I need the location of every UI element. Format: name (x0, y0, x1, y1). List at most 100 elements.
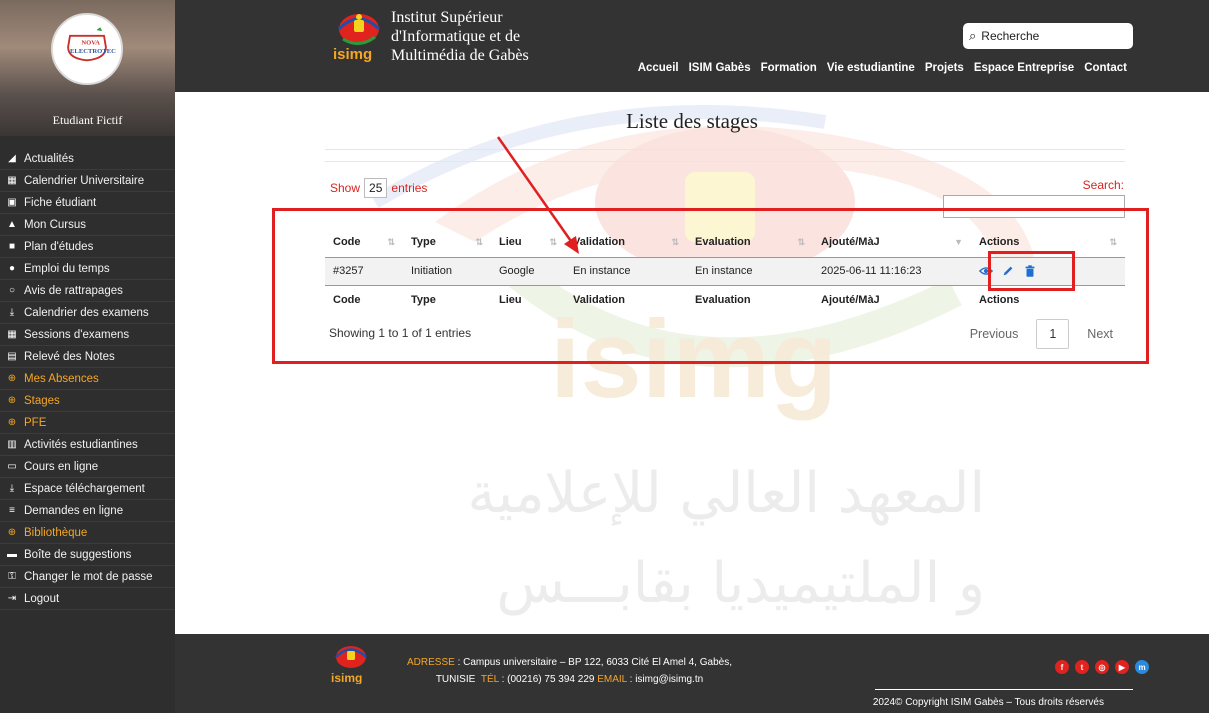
annotation-box-actions (988, 251, 1075, 291)
sidebar-item-boite-de-suggestions[interactable]: ▬ Boîte de suggestions (0, 544, 175, 566)
email-label: EMAIL (597, 674, 627, 685)
top-header: isimg Institut Supérieur d'Informatique … (175, 0, 1209, 92)
sidebar-item-logout[interactable]: ⇥ Logout (0, 588, 175, 610)
sidebar-item-label: Demandes en ligne (24, 504, 124, 517)
sidebar-item-espace-telechargement[interactable]: ⤓ Espace téléchargement (0, 478, 175, 500)
twitter-icon[interactable]: t (1075, 660, 1089, 674)
entries-select[interactable]: 25 (364, 178, 388, 198)
main-nav: Accueil ISIM Gabès Formation Vie estudianti… (638, 62, 1127, 74)
sidebar-item-calendrier-universitaire[interactable]: ▦ Calendrier Universitaire (0, 170, 175, 192)
address-text: : Campus universitaire – BP 122, 6033 Ci… (457, 657, 732, 668)
sidebar-item-label: Mes Absences (24, 372, 99, 385)
header-search-input[interactable]: ⌕ Recherche (963, 23, 1133, 49)
sidebar-item-calendrier-des-examens[interactable]: ⤓ Calendrier des examens (0, 302, 175, 324)
plus-circle-icon: ⊕ (7, 373, 17, 384)
company-logo: NOVA ELECTROTEC (51, 13, 123, 85)
search-icon: ⌕ (969, 28, 977, 43)
nav-link-2[interactable]: Formation (761, 62, 817, 74)
inbox-icon: ▬ (7, 549, 17, 560)
institution-name: Institut Supérieur d'Informatique et de … (391, 8, 529, 65)
nav-link-4[interactable]: Projets (925, 62, 964, 74)
sidebar-profile: NOVA ELECTROTEC Etudiant Fictif (0, 0, 175, 136)
sidebar-item-avis-de-rattrapages[interactable]: ○ Avis de rattrapages (0, 280, 175, 302)
sidebar-item-bibliotheque[interactable]: ⊕ Bibliothèque (0, 522, 175, 544)
nav-link-5[interactable]: Espace Entreprise (974, 62, 1074, 74)
sidebar-item-label: Espace téléchargement (24, 482, 145, 495)
nav-link-0[interactable]: Accueil (638, 62, 679, 74)
sidebar-item-actualites[interactable]: ◢ Actualités (0, 148, 175, 170)
sidebar-item-label: Stages (24, 394, 60, 407)
calendar-check-icon: ▥ (7, 439, 17, 450)
sidebar-item-label: Changer le mot de passe (24, 570, 153, 583)
id-card-icon: ▣ (7, 197, 17, 208)
isimg-logo: isimg (333, 13, 381, 63)
watermark-arabic-line2: و الملتيميديا بقابـــس (497, 551, 985, 616)
graduation-cap-icon: ▲ (7, 219, 17, 230)
sidebar-item-pfe[interactable]: ⊕ PFE (0, 412, 175, 434)
logo-text-nova: NOVA (81, 39, 100, 46)
sidebar-item-label: Emploi du temps (24, 262, 110, 275)
entries-label: entries (391, 181, 428, 195)
main-content: isimg المعهد العالي للإعلامية و الملتيمي… (175, 92, 1209, 634)
sidebar-item-activites-estudiantines[interactable]: ▥ Activités estudiantines (0, 434, 175, 456)
nav-link-6[interactable]: Contact (1084, 62, 1127, 74)
messenger-icon[interactable]: m (1135, 660, 1149, 674)
social-links: f t ◎ ▶ m (1055, 660, 1149, 674)
sidebar-item-changer-le-mot-de-passe[interactable]: ⚿ Changer le mot de passe (0, 566, 175, 588)
tel-text: : (00216) 75 394 229 (501, 674, 595, 685)
sidebar-item-label: Sessions d'examens (24, 328, 130, 341)
sidebar-item-stages[interactable]: ⊕ Stages (0, 390, 175, 412)
student-name: Etudiant Fictif (52, 113, 123, 127)
brand[interactable]: isimg Institut Supérieur d'Informatique … (331, 8, 529, 65)
institution-line2: d'Informatique et de (391, 28, 521, 45)
sidebar-item-demandes-en-ligne[interactable]: ≡ Demandes en ligne (0, 500, 175, 522)
sidebar-item-label: PFE (24, 416, 47, 429)
footer-logo-text: isimg (331, 671, 362, 684)
plus-circle-icon: ⊕ (7, 527, 17, 538)
sidebar-item-emploi-du-temps[interactable]: ● Emploi du temps (0, 258, 175, 280)
sign-out-icon: ⇥ (7, 593, 17, 604)
email-text: : isimg@isimg.tn (629, 674, 704, 685)
sidebar-item-releve-des-notes[interactable]: ▤ Relevé des Notes (0, 346, 175, 368)
sidebar-item-label: Avis de rattrapages (24, 284, 123, 297)
facebook-icon[interactable]: f (1055, 660, 1069, 674)
clock-icon: ● (8, 263, 16, 274)
chalkboard-icon: ▭ (7, 461, 17, 472)
watermark-arabic-line1: المعهد العالي للإعلامية (468, 461, 985, 526)
plus-circle-icon: ⊕ (7, 417, 17, 428)
youtube-icon[interactable]: ▶ (1115, 660, 1129, 674)
sidebar-menu: ◢ Actualités ▦ Calendrier Universitaire ▣ Fic… (0, 148, 175, 610)
sidebar-item-label: Mon Cursus (24, 218, 86, 231)
sidebar-item-label: Relevé des Notes (24, 350, 115, 363)
sidebar-item-mon-cursus[interactable]: ▲ Mon Cursus (0, 214, 175, 236)
list-icon: ▤ (7, 351, 17, 362)
logo-text: isimg (333, 46, 372, 63)
download-icon: ⤓ (9, 307, 15, 318)
tel-label: TÉL (480, 674, 499, 685)
sidebar-item-label: Actualités (24, 152, 74, 165)
sidebar-item-label: Cours en ligne (24, 460, 99, 473)
show-label: Show (330, 181, 361, 195)
download-icon: ⤓ (9, 483, 15, 494)
page-title: Liste des stages (626, 109, 758, 133)
logo-text-electrotec: ELECTROTEC (70, 48, 116, 55)
footer-divider (875, 689, 1133, 690)
sidebar-item-cours-en-ligne[interactable]: ▭ Cours en ligne (0, 456, 175, 478)
nav-link-3[interactable]: Vie estudiantine (827, 62, 915, 74)
footer-address: ADRESSE : Campus universitaire – BP 122,… (407, 654, 732, 688)
sidebar: NOVA ELECTROTEC Etudiant Fictif ◢ Actuali… (0, 0, 175, 713)
nav-link-1[interactable]: ISIM Gabès (689, 62, 751, 74)
sidebar-item-plan-d-etudes[interactable]: ■ Plan d'études (0, 236, 175, 258)
institution-line1: Institut Supérieur (391, 9, 503, 26)
sidebar-item-mes-absences[interactable]: ⊕ Mes Absences (0, 368, 175, 390)
plus-circle-icon: ⊕ (7, 395, 17, 406)
sidebar-item-label: Calendrier des examens (24, 306, 149, 319)
clock-outline-icon: ○ (8, 285, 16, 296)
sidebar-item-label: Boîte de suggestions (24, 548, 132, 561)
sidebar-item-sessions-d-examens[interactable]: ▦ Sessions d'examens (0, 324, 175, 346)
sidebar-item-fiche-etudiant[interactable]: ▣ Fiche étudiant (0, 192, 175, 214)
instagram-icon[interactable]: ◎ (1095, 660, 1109, 674)
calendar-icon: ▦ (7, 175, 17, 186)
book-icon: ■ (8, 241, 16, 252)
table-search-label: Search: (1082, 178, 1124, 192)
